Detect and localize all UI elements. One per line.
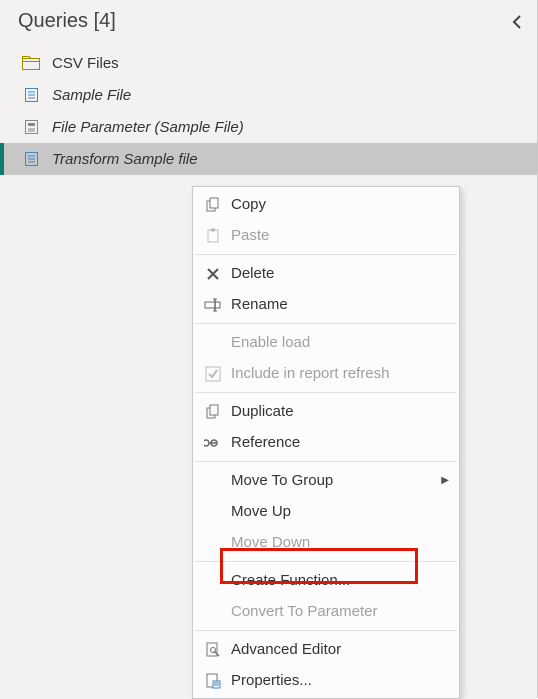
- menu-enable-load: Enable load: [193, 327, 459, 358]
- menu-label: Copy: [231, 196, 449, 213]
- delete-icon: [201, 264, 225, 284]
- blank-icon: [201, 533, 225, 553]
- query-item-transform-sample[interactable]: Transform Sample file: [0, 143, 537, 175]
- menu-create-function[interactable]: Create Function...: [193, 565, 459, 596]
- query-label: CSV Files: [52, 55, 119, 72]
- copy-icon: [201, 402, 225, 422]
- menu-properties[interactable]: Properties...: [193, 665, 459, 696]
- menu-include-refresh: Include in report refresh: [193, 358, 459, 389]
- blank-icon: [201, 602, 225, 622]
- param-icon: [22, 119, 42, 135]
- menu-separator: [195, 392, 457, 393]
- blank-icon: [201, 571, 225, 591]
- menu-label: Advanced Editor: [231, 641, 449, 658]
- blank-icon: [201, 333, 225, 353]
- menu-label: Delete: [231, 265, 449, 282]
- panel-title: Queries [4]: [18, 10, 116, 33]
- menu-move-to-group[interactable]: Move To Group ▶: [193, 465, 459, 496]
- menu-separator: [195, 561, 457, 562]
- props-icon: [201, 671, 225, 691]
- blank-icon: [201, 471, 225, 491]
- query-item-csv-files[interactable]: CSV Files: [0, 47, 537, 79]
- menu-label: Reference: [231, 434, 449, 451]
- rename-icon: [201, 295, 225, 315]
- menu-copy[interactable]: Copy: [193, 189, 459, 220]
- submenu-arrow-icon: ▶: [441, 475, 449, 486]
- menu-reference[interactable]: Reference: [193, 427, 459, 458]
- paste-icon: [201, 226, 225, 246]
- queries-panel: Queries [4] CSV Files: [0, 0, 538, 698]
- menu-label: Paste: [231, 227, 449, 244]
- folder-icon: [22, 55, 42, 71]
- menu-move-down: Move Down: [193, 527, 459, 558]
- collapse-button[interactable]: [511, 15, 523, 29]
- doc-icon: [22, 151, 42, 167]
- doc-icon: [22, 87, 42, 103]
- menu-paste: Paste: [193, 220, 459, 251]
- menu-label: Include in report refresh: [231, 365, 449, 382]
- menu-label: Duplicate: [231, 403, 449, 420]
- menu-label: Move Down: [231, 534, 449, 551]
- check-icon: [201, 364, 225, 384]
- menu-label: Move To Group: [231, 472, 449, 489]
- menu-label: Convert To Parameter: [231, 603, 449, 620]
- menu-separator: [195, 461, 457, 462]
- menu-label: Rename: [231, 296, 449, 313]
- query-label: File Parameter (Sample File): [52, 119, 244, 136]
- menu-duplicate[interactable]: Duplicate: [193, 396, 459, 427]
- menu-separator: [195, 323, 457, 324]
- menu-separator: [195, 254, 457, 255]
- query-item-file-parameter[interactable]: File Parameter (Sample File): [0, 111, 537, 143]
- menu-label: Move Up: [231, 503, 449, 520]
- menu-label: Enable load: [231, 334, 449, 351]
- menu-move-up[interactable]: Move Up: [193, 496, 459, 527]
- menu-advanced-editor[interactable]: Advanced Editor: [193, 634, 459, 665]
- menu-delete[interactable]: Delete: [193, 258, 459, 289]
- query-list: CSV Files Sample File: [0, 47, 537, 175]
- query-item-sample-file[interactable]: Sample File: [0, 79, 537, 111]
- menu-convert-parameter: Convert To Parameter: [193, 596, 459, 627]
- chevron-left-icon: [511, 15, 523, 29]
- menu-label: Properties...: [231, 672, 449, 689]
- context-menu: Copy Paste Delete Rename Enable load: [192, 186, 460, 699]
- menu-separator: [195, 630, 457, 631]
- menu-label: Create Function...: [231, 572, 449, 589]
- query-label: Sample File: [52, 87, 131, 104]
- query-label: Transform Sample file: [52, 151, 198, 168]
- copy-icon: [201, 195, 225, 215]
- blank-icon: [201, 502, 225, 522]
- menu-rename[interactable]: Rename: [193, 289, 459, 320]
- panel-header: Queries [4]: [0, 0, 537, 47]
- link-icon: [201, 433, 225, 453]
- adv-icon: [201, 640, 225, 660]
